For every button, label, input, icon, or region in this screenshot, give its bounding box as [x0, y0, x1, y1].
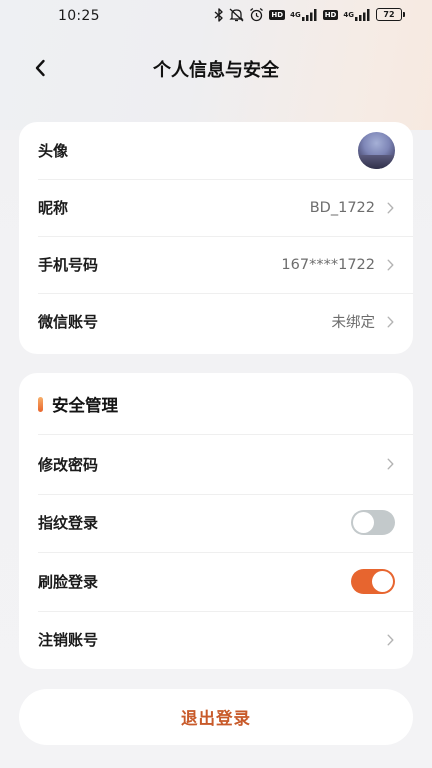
phone-row[interactable]: 手机号码 167****1722 — [19, 236, 413, 293]
bluetooth-icon — [214, 7, 224, 22]
navigation-bar: 个人信息与安全 — [0, 46, 432, 90]
row-label: 头像 — [38, 142, 69, 160]
section-title: 安全管理 — [52, 396, 118, 415]
row-label: 指纹登录 — [38, 514, 99, 533]
logout-card: 退出登录 — [19, 689, 413, 745]
row-label: 手机号码 — [38, 256, 99, 274]
hd-icon: HD — [322, 9, 339, 20]
toggle-knob — [372, 570, 393, 592]
mute-icon — [229, 8, 244, 22]
chevron-right-icon — [385, 259, 395, 271]
row-label: 微信账号 — [38, 313, 99, 331]
nickname-row[interactable]: 昵称 BD_1722 — [19, 179, 413, 236]
alarm-icon — [249, 7, 264, 22]
security-card: 安全管理 修改密码 指纹登录 刷脸登录 注销账号 — [19, 373, 413, 669]
avatar-row[interactable]: 头像 — [19, 122, 413, 179]
page-title: 个人信息与安全 — [153, 60, 279, 81]
row-label: 修改密码 — [38, 455, 99, 474]
chevron-right-icon — [385, 634, 395, 646]
row-label: 注销账号 — [38, 631, 99, 650]
signal-icon: 4G — [343, 8, 371, 21]
avatar[interactable] — [358, 132, 395, 169]
row-label: 昵称 — [38, 199, 69, 217]
delete-account-row[interactable]: 注销账号 — [19, 610, 413, 670]
change-password-row[interactable]: 修改密码 — [19, 435, 413, 494]
battery-icon: 72 — [376, 8, 405, 21]
face-login-row: 刷脸登录 — [19, 552, 413, 611]
face-login-toggle[interactable] — [351, 568, 395, 594]
battery-level: 72 — [383, 10, 395, 19]
signal-icon: 4G — [290, 8, 318, 21]
fingerprint-login-row: 指纹登录 — [19, 493, 413, 553]
fingerprint-login-toggle[interactable] — [351, 510, 395, 536]
hd-icon: HD — [269, 9, 286, 20]
nickname-value: BD_1722 — [309, 199, 375, 216]
toggle-knob — [353, 512, 374, 534]
row-label: 刷脸登录 — [38, 572, 99, 591]
status-time: 10:25 — [58, 8, 100, 24]
status-bar: 10:25 HD 4G HD 4G 72 — [0, 0, 432, 32]
section-accent-bar — [38, 396, 43, 412]
wechat-value: 未绑定 — [331, 315, 376, 331]
profile-card: 头像 昵称 BD_1722 手机号码 167****1722 微信账号 未绑定 — [19, 122, 413, 354]
phone-value: 167****1722 — [281, 256, 375, 273]
chevron-right-icon — [385, 202, 395, 214]
security-header: 安全管理 — [19, 373, 413, 435]
status-icons: HD 4G HD 4G 72 — [214, 7, 405, 22]
logout-button[interactable]: 退出登录 — [19, 689, 413, 745]
chevron-right-icon — [385, 316, 395, 328]
wechat-row[interactable]: 微信账号 未绑定 — [19, 293, 413, 350]
chevron-right-icon — [385, 458, 395, 470]
